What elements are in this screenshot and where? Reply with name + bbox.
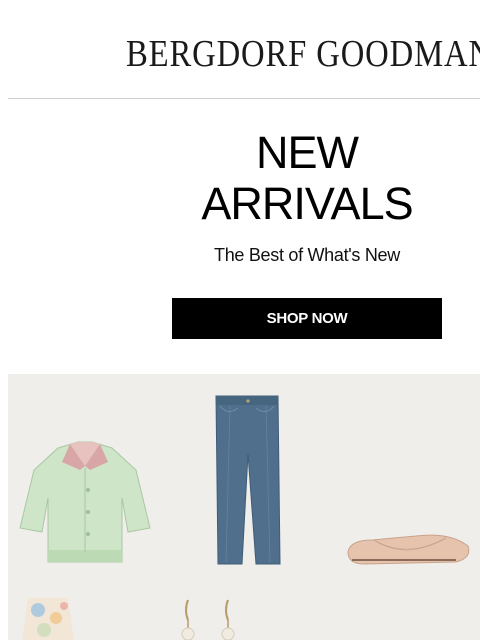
headline-line-1: NEW bbox=[256, 127, 359, 178]
header: BERGDORF GOODMAN bbox=[0, 0, 480, 98]
shop-now-button[interactable]: SHOP NOW bbox=[172, 298, 442, 339]
headline-line-2: ARRIVALS bbox=[201, 178, 413, 229]
pearl-drop-earrings-image[interactable] bbox=[180, 598, 240, 640]
hero-headline: NEW ARRIVALS bbox=[172, 127, 442, 229]
brand-logo[interactable]: BERGDORF GOODMAN bbox=[126, 32, 480, 76]
blush-mesh-ballet-flat-image[interactable] bbox=[346, 530, 472, 568]
green-knit-blouse-image[interactable] bbox=[18, 440, 152, 566]
hero-subheadline: The Best of What's New bbox=[214, 245, 400, 265]
product-collage[interactable] bbox=[8, 374, 480, 640]
blue-corduroy-jeans-image[interactable] bbox=[212, 394, 282, 566]
header-divider bbox=[8, 98, 480, 99]
floral-print-garment-image[interactable] bbox=[20, 596, 76, 640]
